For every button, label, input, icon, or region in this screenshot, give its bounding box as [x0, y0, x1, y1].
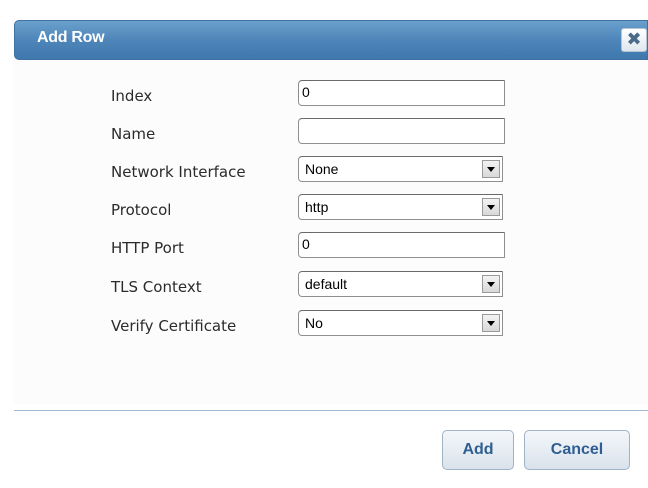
field-row-verify-certificate: Verify Certificate No: [14, 310, 648, 340]
field-label-index: Index: [111, 87, 153, 105]
form-area: Index 0 Name Network Interface None Prot…: [14, 60, 648, 404]
close-button[interactable]: ✖: [621, 28, 647, 52]
verify-certificate-select[interactable]: No: [298, 310, 503, 336]
verify-certificate-value: No: [305, 315, 323, 331]
tls-context-select[interactable]: default: [298, 271, 503, 297]
field-label-http-port: HTTP Port: [111, 239, 184, 257]
field-row-protocol: Protocol http: [14, 194, 648, 224]
index-input[interactable]: 0: [298, 80, 505, 106]
dialog-title: Add Row: [37, 29, 105, 46]
name-input[interactable]: [298, 118, 505, 144]
field-label-protocol: Protocol: [111, 201, 172, 219]
chevron-down-icon[interactable]: [482, 314, 500, 332]
http-port-input[interactable]: 0: [298, 232, 505, 258]
dialog-footer: Add Cancel: [14, 411, 648, 488]
field-row-tls-context: TLS Context default: [14, 271, 648, 301]
field-label-tls-context: TLS Context: [111, 278, 202, 296]
field-row-name: Name: [14, 118, 648, 148]
chevron-down-icon[interactable]: [482, 275, 500, 293]
dialog-titlebar[interactable]: Add Row ✖: [14, 20, 648, 60]
tls-context-value: default: [305, 276, 348, 292]
field-label-name: Name: [111, 125, 156, 143]
field-label-verify-certificate: Verify Certificate: [111, 317, 237, 335]
network-interface-select[interactable]: None: [298, 156, 503, 182]
add-button[interactable]: Add: [442, 430, 514, 470]
field-label-network-interface: Network Interface: [111, 163, 246, 181]
field-row-network-interface: Network Interface None: [14, 156, 648, 186]
field-row-http-port: HTTP Port 0: [14, 232, 648, 262]
network-interface-value: None: [305, 161, 339, 177]
protocol-value: http: [305, 199, 329, 215]
cancel-button[interactable]: Cancel: [524, 430, 630, 470]
add-row-dialog: Add Row ✖ Index 0 Name Network Interface…: [0, 0, 648, 488]
chevron-down-icon[interactable]: [482, 160, 500, 178]
protocol-select[interactable]: http: [298, 194, 503, 220]
close-icon: ✖: [626, 29, 642, 50]
chevron-down-icon[interactable]: [482, 198, 500, 216]
field-row-index: Index 0: [14, 80, 648, 110]
